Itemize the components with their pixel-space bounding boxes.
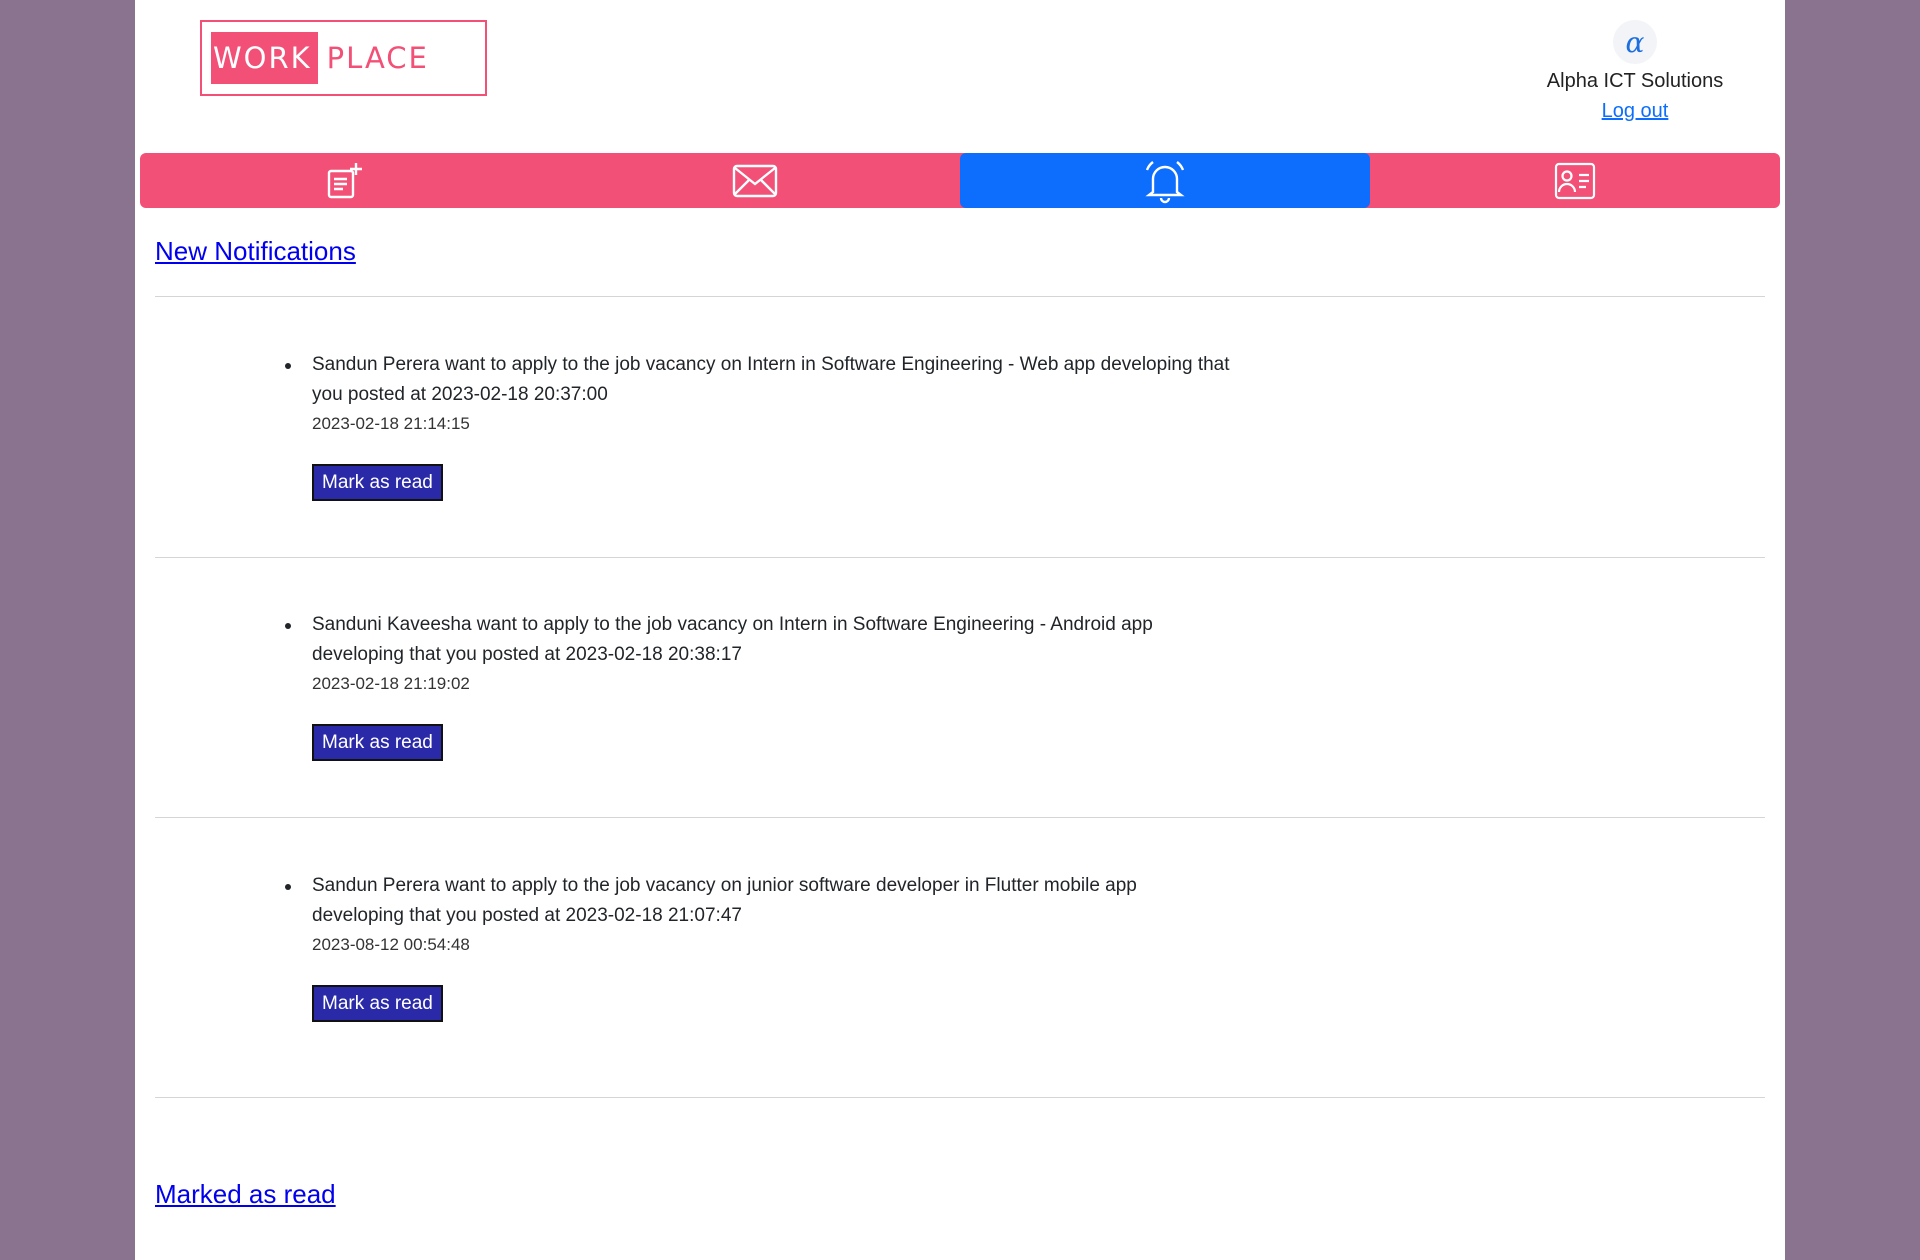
logout-link[interactable]: Log out <box>1602 94 1669 128</box>
company-logo-icon: α <box>1613 20 1657 64</box>
nav-item-notifications[interactable] <box>960 153 1370 208</box>
workplace-logo[interactable]: WORK PLACE <box>200 20 487 96</box>
logo-work-text: WORK <box>211 32 318 84</box>
envelope-icon <box>732 164 778 197</box>
divider <box>155 817 1765 818</box>
company-name: Alpha ICT Solutions <box>1546 70 1724 92</box>
logo-place-text: PLACE <box>326 41 429 75</box>
divider <box>155 296 1765 297</box>
nav-item-messages[interactable] <box>550 153 960 208</box>
mark-as-read-button[interactable]: Mark as read <box>312 464 443 501</box>
notification-message: Sandun Perera want to apply to the job v… <box>285 871 1232 931</box>
notification-item: Sanduni Kaveesha want to apply to the jo… <box>285 610 1232 761</box>
mark-as-read-button[interactable]: Mark as read <box>312 985 443 1022</box>
notification-timestamp: 2023-02-18 21:14:15 <box>312 414 470 433</box>
page-container: WORK PLACE α Alpha ICT Solutions Log out <box>135 0 1785 1260</box>
divider <box>155 557 1765 558</box>
notification-message: Sanduni Kaveesha want to apply to the jo… <box>285 610 1232 670</box>
post-add-icon <box>327 162 362 198</box>
main-nav <box>140 153 1780 208</box>
person-card-icon <box>1554 162 1596 199</box>
notification-item: Sandun Perera want to apply to the job v… <box>285 871 1232 1022</box>
nav-item-post-job[interactable] <box>140 153 550 208</box>
notification-timestamp: 2023-02-18 21:19:02 <box>312 674 470 693</box>
bell-icon <box>1145 160 1185 203</box>
new-notifications-link[interactable]: New Notifications <box>155 236 356 267</box>
company-info: α Alpha ICT Solutions Log out <box>1525 20 1745 128</box>
nav-item-profile[interactable] <box>1370 153 1780 208</box>
notification-message: Sandun Perera want to apply to the job v… <box>285 350 1232 410</box>
mark-as-read-button[interactable]: Mark as read <box>312 724 443 761</box>
notification-timestamp: 2023-08-12 00:54:48 <box>312 935 470 954</box>
divider <box>155 1097 1765 1098</box>
marked-as-read-link[interactable]: Marked as read <box>155 1179 336 1210</box>
notification-item: Sandun Perera want to apply to the job v… <box>285 350 1232 501</box>
